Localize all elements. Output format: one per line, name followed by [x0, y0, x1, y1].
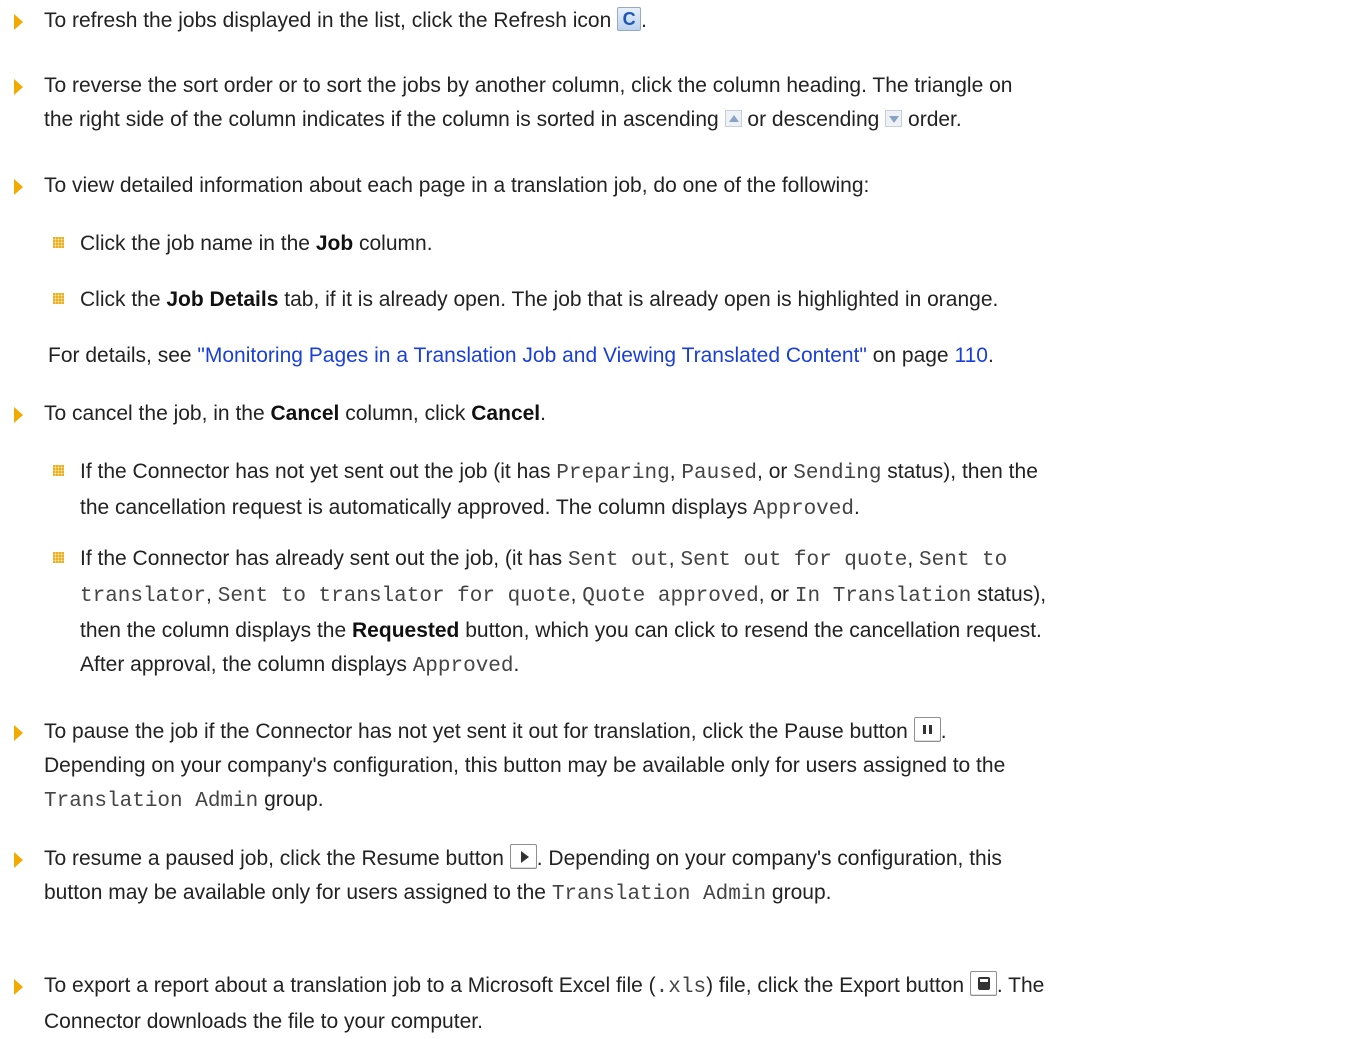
bullet-arrow-icon: [14, 179, 23, 195]
bullet-view: To view detailed information about each …: [14, 169, 1334, 203]
sub-item-job-details: Click the Job Details tab, if it is alre…: [53, 283, 1330, 317]
play-icon: [509, 843, 537, 869]
bullet-arrow-icon: [14, 725, 23, 741]
bullet-arrow-icon: [14, 407, 23, 423]
sub-bullet-icon: [53, 237, 64, 248]
bullet-sort: To reverse the sort order or to sort the…: [14, 69, 1334, 137]
sort-descending-icon: [885, 110, 903, 128]
bullet-resume: To resume a paused job, click the Resume…: [14, 842, 1334, 912]
bullet-arrow-icon: [14, 852, 23, 868]
sub-bullet-icon: [53, 465, 64, 476]
refresh-icon: C: [617, 7, 642, 32]
page-link[interactable]: 110: [954, 344, 987, 367]
sub-bullet-icon: [53, 293, 64, 304]
bullet-cancel: To cancel the job, in the Cancel column,…: [14, 397, 1334, 431]
bullet-refresh: To refresh the jobs displayed in the lis…: [14, 4, 1334, 38]
sub-item-cancel-sent: If the Connector has already sent out th…: [53, 542, 1330, 684]
details-paragraph: For details, see "Monitoring Pages in a …: [48, 344, 994, 367]
pause-icon: [913, 716, 941, 742]
bullet-arrow-icon: [14, 79, 23, 95]
sub-item-job-column: Click the job name in the Job column.: [53, 227, 1330, 261]
bullet-arrow-icon: [14, 14, 23, 30]
sub-bullet-icon: [53, 552, 64, 563]
bullet-export: To export a report about a translation j…: [14, 969, 1334, 1039]
sub-item-cancel-not-sent: If the Connector has not yet sent out th…: [53, 455, 1330, 527]
bullet-arrow-icon: [14, 979, 23, 995]
bullet-pause: To pause the job if the Connector has no…: [14, 715, 1334, 819]
details-link[interactable]: "Monitoring Pages in a Translation Job a…: [197, 344, 866, 367]
sort-ascending-icon: [724, 110, 742, 128]
save-disk-icon: [969, 970, 997, 996]
